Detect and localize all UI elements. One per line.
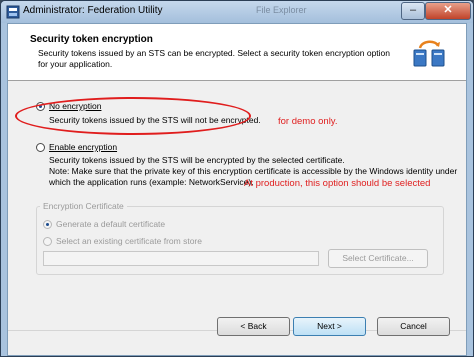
title-bar[interactable]: Administrator: Federation Utility File E… bbox=[1, 1, 473, 23]
wizard-header: Security token encryption Security token… bbox=[8, 24, 466, 81]
app-icon bbox=[6, 5, 20, 19]
page-description: Security tokens issued by an STS can be … bbox=[38, 48, 390, 69]
page-title: Security token encryption bbox=[30, 34, 153, 45]
enable-encryption-description-3: which the application runs (example: Net… bbox=[49, 177, 254, 187]
wizard-client-area: Security token encryption Security token… bbox=[7, 23, 467, 356]
minimize-button[interactable]: – bbox=[401, 2, 425, 20]
highlight-ellipse bbox=[15, 97, 251, 135]
back-button[interactable]: < Back bbox=[217, 317, 290, 336]
encryption-certificate-group-title: Encryption Certificate bbox=[40, 201, 127, 211]
enable-encryption-label[interactable]: Enable encryption bbox=[49, 142, 117, 152]
background-window-title: File Explorer bbox=[256, 5, 307, 15]
minimize-icon: – bbox=[409, 4, 417, 16]
certificate-textbox[interactable] bbox=[43, 251, 319, 266]
select-existing-certificate-label[interactable]: Select an existing certificate from stor… bbox=[56, 236, 202, 246]
federation-icon bbox=[413, 40, 445, 67]
cancel-button[interactable]: Cancel bbox=[377, 317, 450, 336]
enable-encryption-description-1: Security tokens issued by the STS will b… bbox=[49, 155, 345, 165]
select-certificate-button[interactable]: Select Certificate... bbox=[328, 249, 428, 268]
window-title: Administrator: Federation Utility bbox=[23, 5, 163, 16]
federation-utility-window: Administrator: Federation Utility File E… bbox=[0, 0, 474, 357]
close-icon: ✕ bbox=[443, 4, 453, 16]
generate-default-certificate-label[interactable]: Generate a default certificate bbox=[56, 219, 165, 229]
close-window-button[interactable]: ✕ bbox=[425, 2, 471, 20]
select-existing-certificate-radio[interactable] bbox=[43, 237, 52, 246]
next-button[interactable]: Next > bbox=[293, 317, 366, 336]
generate-default-certificate-radio[interactable] bbox=[43, 220, 52, 229]
production-annotation: At production, this option should be sel… bbox=[244, 178, 431, 189]
enable-encryption-radio[interactable] bbox=[36, 143, 45, 152]
enable-encryption-description-2: Note: Make sure that the private key of … bbox=[49, 166, 458, 176]
demo-annotation: for demo only. bbox=[278, 116, 338, 127]
